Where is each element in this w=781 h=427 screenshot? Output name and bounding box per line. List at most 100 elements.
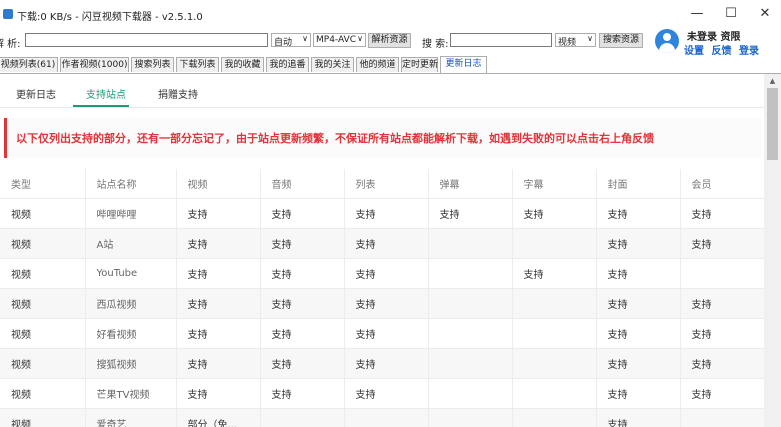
table-row: 视频 哔哩哔哩 支持 支持 支持 支持 支持 支持 支持 xyxy=(0,198,764,229)
site-name-cell: 西瓜视频 xyxy=(85,288,177,319)
settings-link[interactable]: 设置 xyxy=(684,46,704,57)
format-select[interactable]: MP4-AVC ∨ xyxy=(313,33,366,47)
column-header: 类型 xyxy=(0,169,86,199)
table-cell: 支持 xyxy=(596,198,681,229)
tab-following[interactable]: 我的关注 xyxy=(311,57,354,72)
table-cell xyxy=(428,288,513,319)
maximize-button[interactable]: ☐ xyxy=(716,3,746,25)
tab-download-list[interactable]: 下载列表 xyxy=(176,57,219,72)
table-cell xyxy=(512,378,597,409)
column-header: 视频 xyxy=(176,169,261,199)
supported-sites-table: 类型 站点名称 视频 音频 列表 弹幕 字幕 封面 会员 视频 哔哩哔哩 支持 支持支… xyxy=(0,169,764,427)
table-cell: 支持 xyxy=(596,378,681,409)
login-link[interactable]: 登录 xyxy=(739,46,759,57)
table-cell: 视频 xyxy=(0,318,86,349)
tab-changelog[interactable]: 更新日志 xyxy=(440,56,487,73)
table-cell: 支持 xyxy=(680,378,764,409)
subtab-supported-sites[interactable]: 支持站点 xyxy=(86,86,126,101)
search-input[interactable] xyxy=(450,33,552,47)
subtab-divider xyxy=(0,107,764,108)
table-cell: 支持 xyxy=(344,198,429,229)
chevron-down-icon: ∨ xyxy=(357,34,363,43)
table-row: 视频 YouTube 支持 支持 支持 支持 支持 xyxy=(0,258,764,289)
window-title: 下载:0 KB/s - 闪豆视频下载器 - v2.5.1.0 xyxy=(17,12,203,23)
vertical-scrollbar[interactable]: ▲ xyxy=(764,74,781,427)
parse-button[interactable]: 解析资源 xyxy=(368,33,411,48)
subtab-donate[interactable]: 捐赠支持 xyxy=(158,86,198,101)
table-cell xyxy=(512,228,597,259)
table-cell xyxy=(260,408,345,427)
table-cell: 支持 xyxy=(344,348,429,379)
main-tabs: 视频列表(61) 作者视频(1000) 搜索列表 下载列表 我的收藏 我的追番 … xyxy=(0,56,781,74)
subtab-changelog[interactable]: 更新日志 xyxy=(16,86,56,101)
table-cell: 支持 xyxy=(260,258,345,289)
tab-following-series[interactable]: 我的追番 xyxy=(266,57,309,72)
search-type-select[interactable]: 视频 ∨ xyxy=(555,33,596,47)
tab-author-videos[interactable]: 作者视频(1000) xyxy=(60,57,129,72)
column-header: 封面 xyxy=(596,169,681,199)
tab-scheduled-update[interactable]: 定时更新 xyxy=(401,57,438,72)
table-cell: 支持 xyxy=(344,288,429,319)
quality-value: 自动 xyxy=(274,38,293,47)
table-cell xyxy=(512,318,597,349)
table-cell xyxy=(428,258,513,289)
site-name-cell: A站 xyxy=(85,228,177,259)
table-cell: 支持 xyxy=(680,348,764,379)
table-cell: 支持 xyxy=(260,288,345,319)
parse-url-input[interactable] xyxy=(25,33,268,47)
table-cell xyxy=(680,408,764,427)
table-cell: 支持 xyxy=(680,198,764,229)
search-label: 搜 索: xyxy=(422,39,449,50)
feedback-link[interactable]: 反馈 xyxy=(711,46,731,57)
app-icon xyxy=(3,9,13,19)
table-cell: 支持 xyxy=(344,318,429,349)
table-cell xyxy=(512,348,597,379)
tab-channel[interactable]: 他的频道 xyxy=(356,57,399,72)
toolbar: 解 析: 自动 ∨ MP4-AVC ∨ 解析资源 搜 索: 视频 ∨ 搜索资源 xyxy=(0,30,650,52)
table-cell xyxy=(428,378,513,409)
search-button[interactable]: 搜索资源 xyxy=(599,33,643,48)
scrollbar-thumb[interactable] xyxy=(767,88,778,160)
table-cell: 支持 xyxy=(344,228,429,259)
avatar-icon[interactable] xyxy=(655,29,679,53)
tab-video-list[interactable]: 视频列表(61) xyxy=(0,57,58,72)
user-area: 未登录 资限 设置 反馈 登录 xyxy=(654,28,781,58)
search-type-value: 视频 xyxy=(558,38,577,47)
site-name-cell: YouTube xyxy=(85,258,177,289)
table-cell: 视频 xyxy=(0,378,86,409)
table-cell xyxy=(512,288,597,319)
table-cell: 支持 xyxy=(176,258,261,289)
column-header: 会员 xyxy=(680,169,764,199)
table-cell: 支持 xyxy=(596,258,681,289)
table-cell: 支持 xyxy=(428,198,513,229)
table-cell: 支持 xyxy=(176,198,261,229)
table-cell: 支持 xyxy=(344,378,429,409)
table-cell: 支持 xyxy=(596,408,681,427)
table-cell xyxy=(428,228,513,259)
table-row: 视频 爱奇艺 部分（免... 支持 xyxy=(0,408,764,427)
tab-favorites[interactable]: 我的收藏 xyxy=(221,57,264,72)
notice-banner: 以下仅列出支持的部分，还有一部分忘记了，由于站点更新频繁，不保证所有站点都能解析… xyxy=(4,118,762,158)
chevron-down-icon: ∨ xyxy=(302,34,308,43)
table-cell: 支持 xyxy=(512,198,597,229)
chevron-down-icon: ∨ xyxy=(587,34,593,43)
table-cell: 视频 xyxy=(0,258,86,289)
tab-search-list[interactable]: 搜索列表 xyxy=(131,57,174,72)
title-bar: 下载:0 KB/s - 闪豆视频下载器 - v2.5.1.0 — ☐ ✕ xyxy=(0,0,781,30)
column-header: 字幕 xyxy=(512,169,597,199)
site-name-cell: 好看视频 xyxy=(85,318,177,349)
quality-select[interactable]: 自动 ∨ xyxy=(271,33,311,47)
table-cell: 部分（免... xyxy=(176,408,261,427)
table-row: 视频 西瓜视频 支持 支持 支持 支持 支持 xyxy=(0,288,764,319)
close-button[interactable]: ✕ xyxy=(750,3,780,25)
table-cell: 视频 xyxy=(0,228,86,259)
minimize-button[interactable]: — xyxy=(682,3,712,25)
scroll-up-icon[interactable]: ▲ xyxy=(764,74,781,88)
table-cell xyxy=(428,348,513,379)
column-header: 列表 xyxy=(344,169,429,199)
parse-label: 解 析: xyxy=(0,39,21,50)
table-cell: 支持 xyxy=(260,228,345,259)
site-name-cell: 芒果TV视频 xyxy=(85,378,177,409)
table-row: 视频 A站 支持 支持 支持 支持 支持 xyxy=(0,228,764,259)
table-cell: 支持 xyxy=(596,348,681,379)
